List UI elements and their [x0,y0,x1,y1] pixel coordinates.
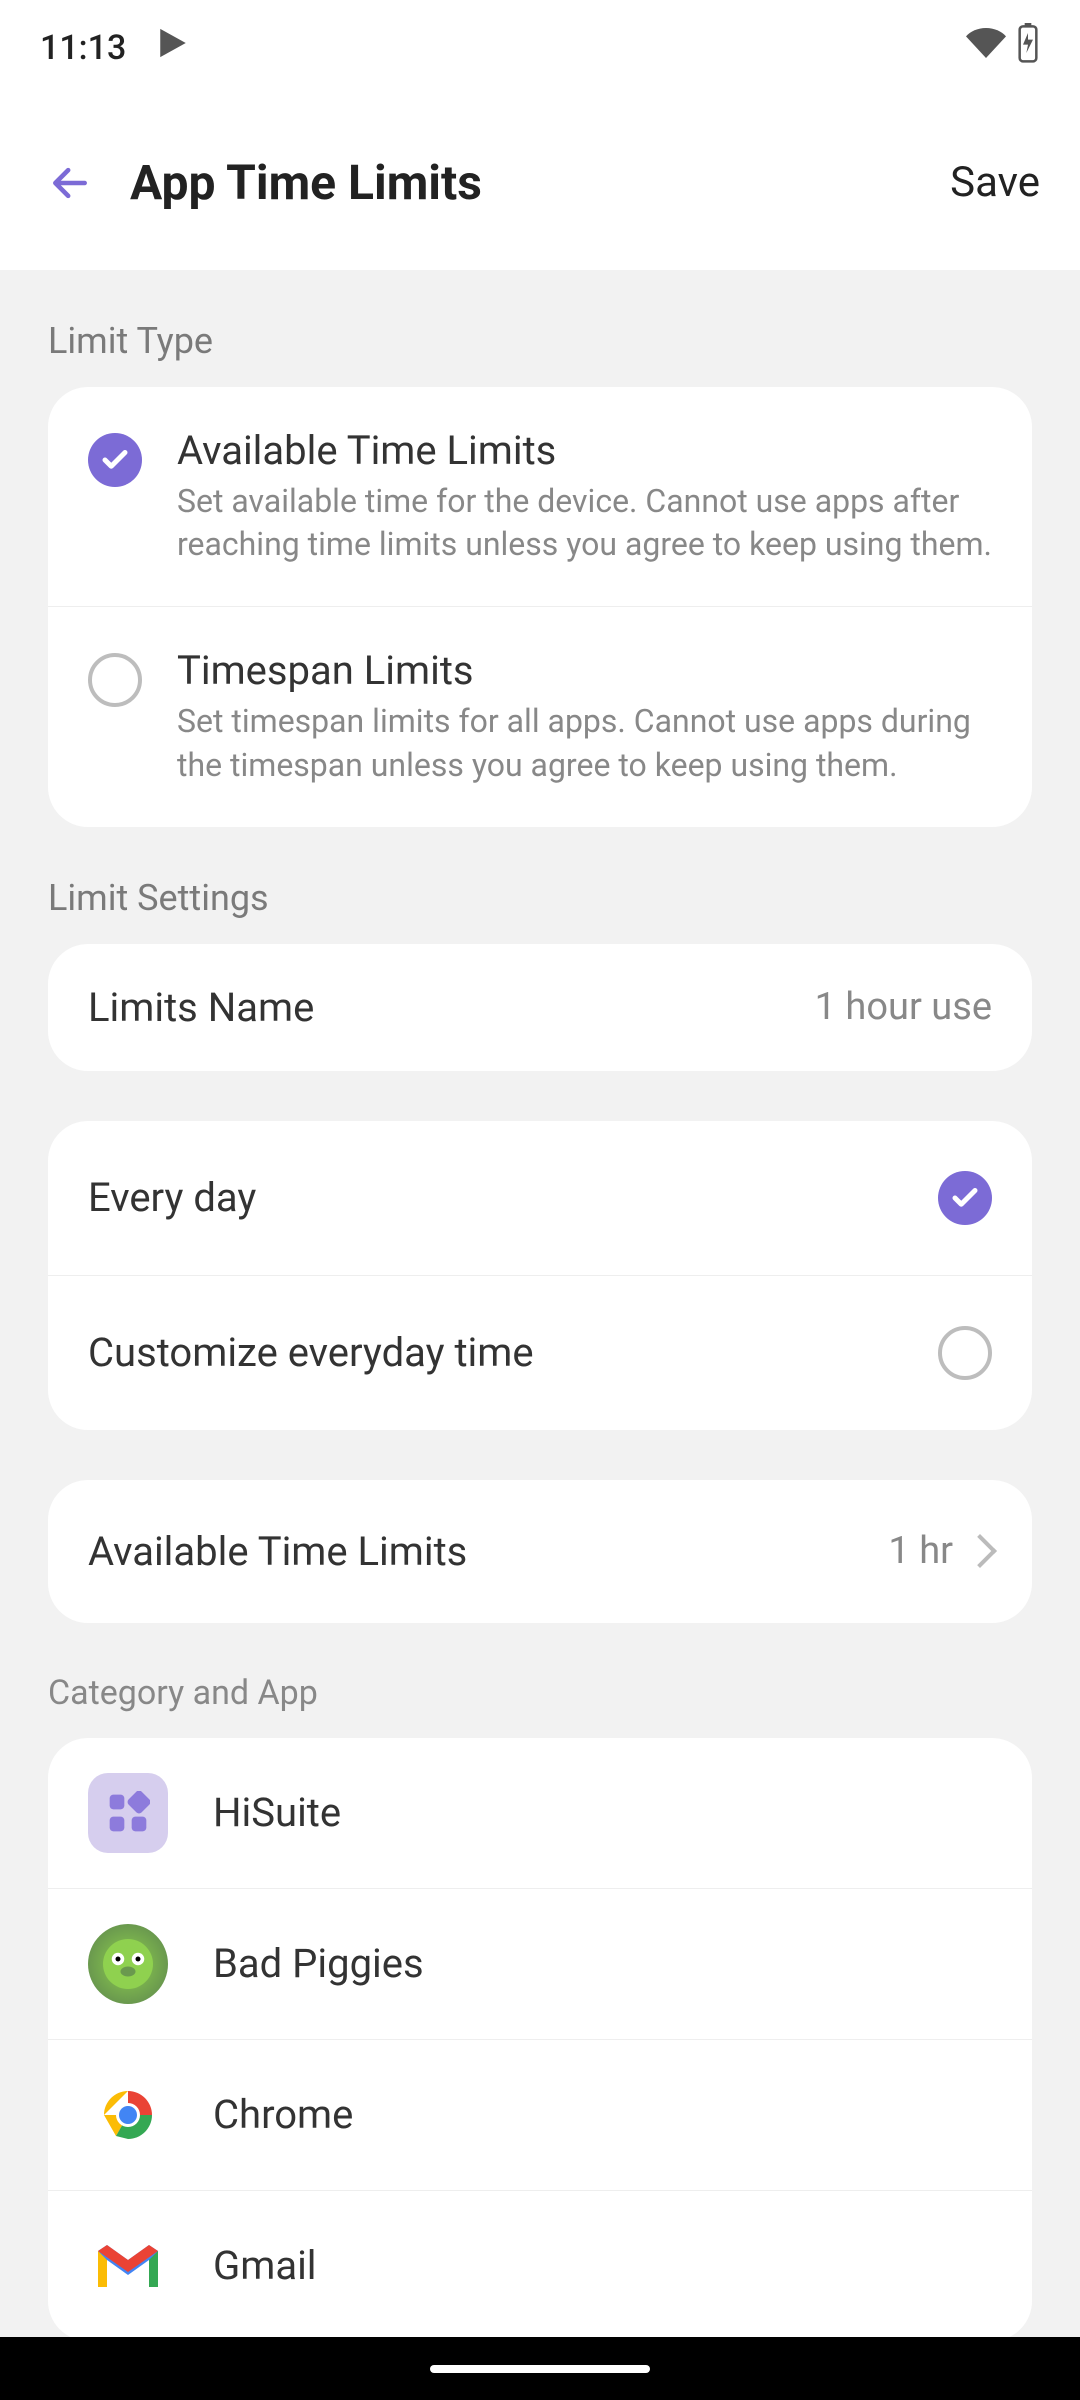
page-title: App Time Limits [130,154,950,211]
app-row-hisuite[interactable]: HiSuite [48,1738,1032,1888]
play-store-icon [156,26,190,69]
save-button[interactable]: Save [950,148,1040,217]
limit-type-desc: Set available time for the device. Canno… [177,480,992,566]
back-button[interactable] [40,153,100,213]
schedule-label: Every day [88,1174,938,1221]
available-limit-card[interactable]: Available Time Limits 1 hr [48,1480,1032,1623]
status-bar: 11:13 [0,0,1080,95]
limit-type-available[interactable]: Available Time Limits Set available time… [48,387,1032,606]
app-name: Chrome [213,2091,353,2138]
app-row-gmail[interactable]: Gmail [48,2190,1032,2337]
limit-type-title: Timespan Limits [177,647,992,694]
schedule-customize[interactable]: Customize everyday time [48,1275,1032,1430]
limit-type-desc: Set timespan limits for all apps. Cannot… [177,700,992,786]
status-time: 11:13 [40,28,126,68]
app-name: Gmail [213,2242,317,2289]
schedule-every-day[interactable]: Every day [48,1121,1032,1275]
app-icon-badpiggies [88,1924,168,2004]
chevron-right-icon [963,1534,997,1568]
radio-checked-icon [88,433,142,487]
home-indicator[interactable] [430,2365,650,2373]
wifi-icon [966,23,1006,72]
limits-name-value: 1 hour use [815,985,992,1029]
app-icon-hisuite [88,1773,168,1853]
battery-icon [1016,23,1040,72]
apps-card: HiSuite Bad Piggies Chrome Gmail [48,1738,1032,2337]
limit-type-timespan[interactable]: Timespan Limits Set timespan limits for … [48,606,1032,826]
section-category-app: Category and App [48,1673,1032,1713]
app-icon-gmail [88,2226,168,2306]
check-unchecked-icon [938,1326,992,1380]
app-bar: App Time Limits Save [0,95,1080,270]
nav-bar [0,2337,1080,2400]
limit-type-title: Available Time Limits [177,427,992,474]
app-row-chrome[interactable]: Chrome [48,2039,1032,2190]
app-name: Bad Piggies [213,1940,424,1987]
available-limit-value: 1 hr [888,1529,953,1573]
schedule-label: Customize everyday time [88,1329,938,1376]
section-limit-type: Limit Type [48,320,1032,362]
limit-type-card: Available Time Limits Set available time… [48,387,1032,827]
available-limit-label: Available Time Limits [88,1528,888,1575]
limits-name-label: Limits Name [88,984,815,1031]
app-name: HiSuite [213,1789,341,1836]
section-limit-settings: Limit Settings [48,877,1032,919]
check-icon [938,1171,992,1225]
radio-unchecked-icon [88,653,142,707]
schedule-card: Every day Customize everyday time [48,1121,1032,1430]
app-row-badpiggies[interactable]: Bad Piggies [48,1888,1032,2039]
limits-name-card[interactable]: Limits Name 1 hour use [48,944,1032,1071]
app-icon-chrome [88,2075,168,2155]
